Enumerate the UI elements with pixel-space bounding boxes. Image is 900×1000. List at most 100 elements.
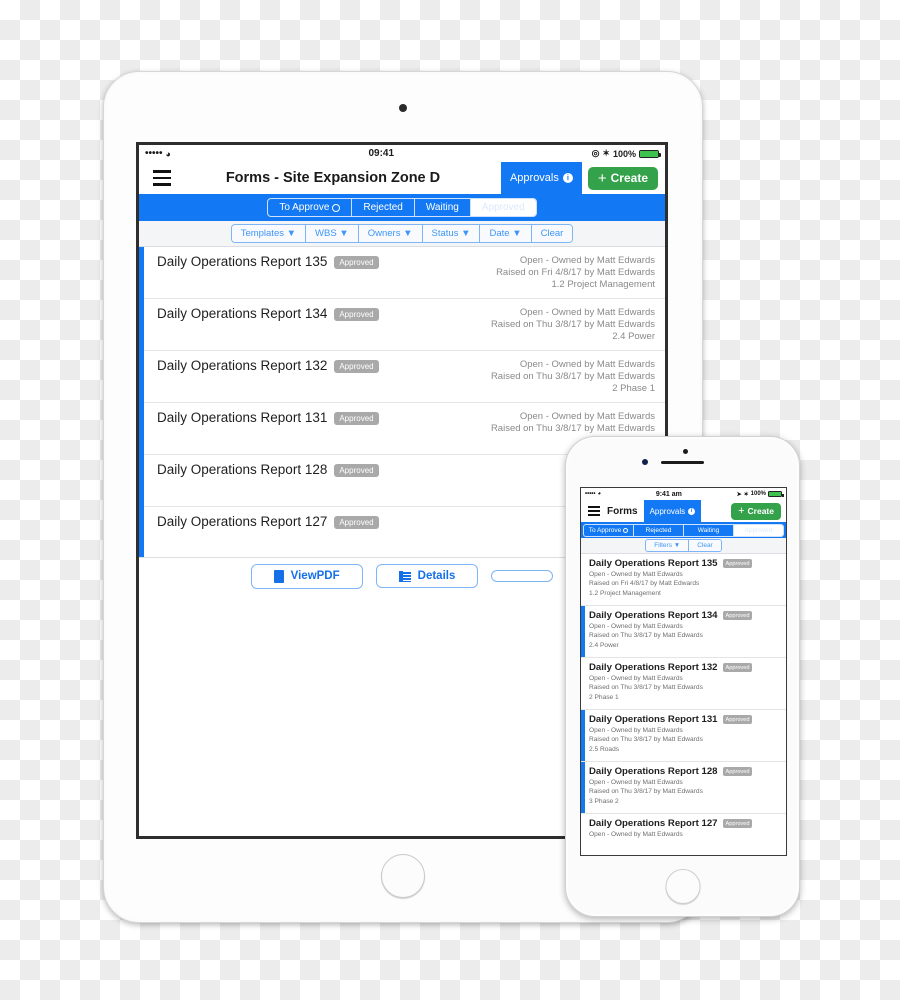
info-badge-icon: i <box>688 507 696 515</box>
list-selection-indicator <box>139 247 144 557</box>
create-button[interactable]: + Create <box>587 166 658 190</box>
filter-clear[interactable]: Clear <box>531 225 573 242</box>
tab-approvals-label: Approvals <box>509 172 559 184</box>
row-meta-line3: 1.2 Project Management <box>551 279 655 291</box>
list-item[interactable]: Daily Operations Report 131 Approved Ope… <box>581 710 786 762</box>
battery-percent: 100% <box>750 491 766 497</box>
row-meta: Open - Owned by Matt Edwards Raised on T… <box>589 622 781 650</box>
details-button[interactable]: Details <box>375 564 479 588</box>
filter-filters[interactable]: Filters ▼ <box>646 540 690 551</box>
tab-approvals[interactable]: Approvals i <box>643 500 702 522</box>
row-selection-indicator <box>581 814 585 854</box>
row-meta-line1: Open - Owned by Matt Edwards <box>589 623 683 630</box>
status-badge: Approved <box>722 767 753 776</box>
filter-wbs[interactable]: WBS ▼ <box>306 225 359 242</box>
segment-rejected[interactable]: Rejected <box>352 199 415 216</box>
status-right-group: ➤ ✶ 100% <box>737 491 784 498</box>
row-meta: Open - Owned by Matt Edwards Raised on F… <box>496 254 655 298</box>
list-item[interactable]: Daily Operations Report 128 Approved Ope… <box>581 762 786 814</box>
filter-owners[interactable]: Owners ▼ <box>358 225 423 242</box>
filter-date[interactable]: Date ▼ <box>480 225 532 242</box>
phone-segment-bar: To Approve Rejected Waiting Approved <box>581 522 786 538</box>
battery-percent: 100% <box>612 148 636 159</box>
row-meta-line2: Raised on Thu 3/8/17 by Matt Edwards <box>589 632 703 640</box>
signal-icon: ••••• <box>145 148 163 159</box>
plus-icon: + <box>738 504 745 517</box>
status-badge: Approved <box>334 464 379 477</box>
segment-approved[interactable]: Approved <box>734 524 783 536</box>
row-meta-line1: Open - Owned by Matt Edwards <box>589 727 683 734</box>
row-meta-line1: Open - Owned by Matt Edwards <box>589 675 683 682</box>
status-badge: Approved <box>722 663 753 672</box>
battery-icon <box>639 149 661 158</box>
status-badge: Approved <box>334 516 379 529</box>
row-meta-line3: 2.4 Power <box>612 331 655 343</box>
list-item[interactable]: Daily Operations Report 134 Approved Ope… <box>581 606 786 658</box>
tab-approvals-label: Approvals <box>649 506 686 516</box>
phone-device: ••••• ◕ 9:41 am ➤ ✶ 100% Forms Approvals… <box>565 436 800 917</box>
create-button-label: Create <box>747 506 774 516</box>
row-meta: Open - Owned by Matt Edwards Raised on T… <box>491 306 655 350</box>
bluetooth-icon: ✶ <box>602 148 610 158</box>
row-meta-line2: Raised on Thu 3/8/17 by Matt Edwards <box>490 423 655 435</box>
clock-icon <box>623 527 629 533</box>
filter-clear[interactable]: Clear <box>689 540 721 551</box>
list-item[interactable]: Daily Operations Report 135 Approved Ope… <box>581 554 786 606</box>
view-pdf-button[interactable]: ViewPDF <box>250 563 363 589</box>
phone-front-camera-icon <box>683 449 688 454</box>
list-item[interactable]: Daily Operations Report 127 Approved Ope… <box>581 814 786 854</box>
create-button[interactable]: + Create <box>731 502 781 520</box>
table-row[interactable]: Daily Operations Report 135 Approved Ope… <box>139 247 665 299</box>
bluetooth-icon: ✶ <box>743 491 749 498</box>
table-row[interactable]: Daily Operations Report 132 Approved Ope… <box>139 351 665 403</box>
row-title-group: Daily Operations Report 132 Approved <box>589 662 781 673</box>
list-item[interactable]: Daily Operations Report 132 Approved Ope… <box>581 658 786 710</box>
row-title: Daily Operations Report 128 <box>589 766 718 777</box>
segment-approved[interactable]: Approved <box>470 199 536 216</box>
hamburger-icon[interactable] <box>139 162 185 194</box>
status-time: 09:41 <box>368 148 395 159</box>
details-label: Details <box>417 570 456 582</box>
phone-nav-bar: Forms Approvals i + Create <box>581 500 786 522</box>
tablet-nav-bar: Forms - Site Expansion Zone D Approvals … <box>139 162 665 194</box>
segment-to-approve[interactable]: To Approve <box>268 199 353 216</box>
status-badge: Approved <box>722 819 753 828</box>
row-title: Daily Operations Report 135 <box>157 254 328 269</box>
row-title: Daily Operations Report 132 <box>157 358 328 373</box>
filter-status[interactable]: Status ▼ <box>422 225 481 242</box>
tablet-status-bar: ••••• ◕ 09:41 ◎ ✶ 100% <box>139 145 665 162</box>
row-selection-indicator <box>581 710 585 761</box>
row-meta: Open - Owned by Matt Edwards Raised on T… <box>589 726 781 754</box>
filter-templates[interactable]: Templates ▼ <box>231 225 307 242</box>
row-meta-line1: Open - Owned by Matt Edwards <box>519 411 655 422</box>
segment-to-approve-label: To Approve <box>279 202 330 213</box>
pdf-icon <box>273 569 284 583</box>
phone-form-list[interactable]: Daily Operations Report 135 Approved Ope… <box>581 554 786 854</box>
row-meta: Open - Owned by Matt Edwards Raised on T… <box>589 674 781 702</box>
segment-rejected[interactable]: Rejected <box>634 524 684 536</box>
tablet-segment-bar: To Approve Rejected Waiting Approved <box>139 194 665 221</box>
segment-waiting[interactable]: Waiting <box>684 524 734 536</box>
row-selection-indicator <box>581 658 585 709</box>
segment-waiting[interactable]: Waiting <box>415 199 471 216</box>
status-badge: Approved <box>334 360 379 373</box>
battery-icon <box>768 491 784 497</box>
row-title-group: Daily Operations Report 128 Approved <box>157 462 379 506</box>
row-selection-indicator <box>581 606 585 657</box>
list-icon <box>398 570 411 582</box>
segment-to-approve[interactable]: To Approve <box>584 524 634 536</box>
more-actions-button[interactable] <box>491 570 554 582</box>
row-meta-line1: Open - Owned by Matt Edwards <box>589 831 683 838</box>
phone-home-button[interactable] <box>665 869 700 904</box>
row-title-group: Daily Operations Report 132 Approved <box>157 358 379 402</box>
page-title: Forms - Site Expansion Zone D <box>225 170 441 186</box>
tablet-home-button[interactable] <box>381 854 425 898</box>
tab-approvals[interactable]: Approvals i <box>500 162 582 194</box>
hamburger-icon[interactable] <box>581 500 607 522</box>
phone-status-bar: ••••• ◕ 9:41 am ➤ ✶ 100% <box>581 488 786 500</box>
row-title: Daily Operations Report 131 <box>589 714 718 725</box>
row-title-group: Daily Operations Report 127 Approved <box>157 514 379 557</box>
filter-group: Filters ▼ Clear <box>645 539 722 552</box>
row-title: Daily Operations Report 135 <box>589 558 718 569</box>
table-row[interactable]: Daily Operations Report 134 Approved Ope… <box>139 299 665 351</box>
